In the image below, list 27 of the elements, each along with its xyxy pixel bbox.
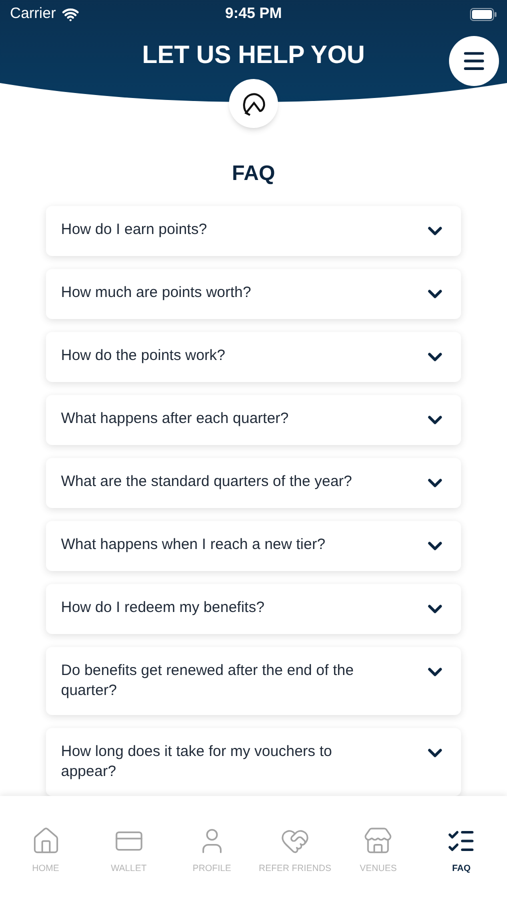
faq-question: Do benefits get renewed after the end of the quarter? [61,660,355,700]
question-row[interactable]: What happens after each quarter? [46,394,461,444]
page-title: LET US HELP YOU [142,40,365,71]
battery-icon [470,8,497,20]
faq-question: How much are points worth? [61,282,252,302]
faq-question: How long does it take for my vouchers to appear? [61,742,333,782]
question-row[interactable]: How do I redeem my benefits? [46,584,461,634]
question-row[interactable]: How do the points work? [46,332,461,382]
status-time: 9:45 PM [225,4,282,24]
wifi-icon [62,6,79,22]
section-title: FAQ [232,161,276,187]
question-row[interactable]: How long does it take for my vouchers to appear? [46,728,461,796]
question-row[interactable]: What are the standard quarters of the year? [46,458,461,508]
faq-question: How do I earn points? [61,220,208,240]
question-row[interactable]: How much are points worth? [46,268,461,318]
storefront-icon [363,826,394,856]
faq-question: How do the points work? [61,346,226,366]
question-row[interactable]: What happens when I reach a new tier? [46,520,461,570]
faq-question: What happens after each quarter? [61,408,290,428]
question-row[interactable]: How do I earn points? [46,206,461,256]
logo-icon [240,92,266,116]
faq-question: What are the standard quarters of the year? [61,472,353,492]
question-row[interactable]: Do benefits get renewed after the end of the quarter? [46,646,461,714]
faq-question: How do I redeem my benefits? [61,598,266,618]
carrier-label: Carrier [10,4,56,24]
faq-question: What happens when I reach a new tier? [61,534,326,554]
tab-bar-item[interactable]: FAQ [421,826,502,876]
